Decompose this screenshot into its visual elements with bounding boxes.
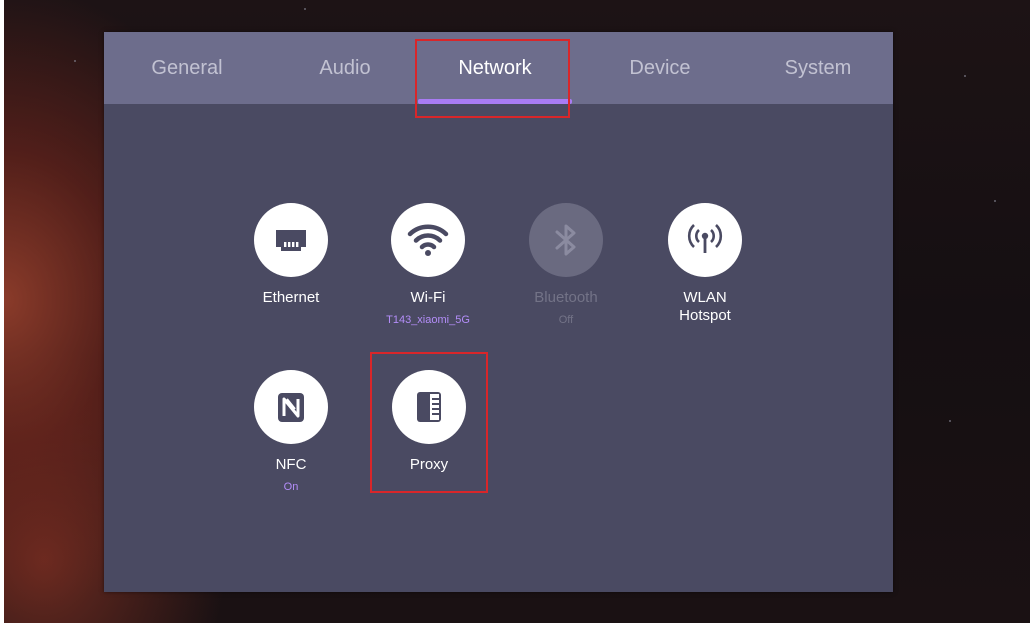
bluetooth-icon	[529, 203, 603, 277]
settings-panel: General Audio Network Device System Ethe…	[104, 32, 893, 592]
bluetooth-tile[interactable]: Bluetooth Off	[501, 203, 631, 326]
nfc-tile[interactable]: NFC On	[226, 370, 356, 493]
wifi-network-name: T143_xiaomi_5G	[386, 314, 470, 326]
wlan-hotspot-label: WLAN Hotspot	[679, 289, 731, 324]
wifi-icon	[391, 203, 465, 277]
background-speck	[949, 420, 951, 422]
background-speck	[304, 8, 306, 10]
proxy-highlight-box	[370, 352, 488, 493]
background-speck	[74, 60, 76, 62]
tab-general[interactable]: General	[104, 32, 270, 104]
hotspot-icon	[668, 203, 742, 277]
ethernet-label: Ethernet	[262, 289, 320, 306]
tab-device[interactable]: Device	[590, 32, 730, 104]
wifi-tile[interactable]: Wi-Fi T143_xiaomi_5G	[363, 203, 493, 326]
nfc-label: NFC	[275, 456, 307, 473]
nfc-status: On	[283, 481, 299, 493]
tab-audio[interactable]: Audio	[270, 32, 420, 104]
background-speck	[964, 75, 966, 77]
bluetooth-status: Off	[558, 314, 574, 326]
wlan-hotspot-tile[interactable]: WLAN Hotspot	[640, 203, 770, 325]
tab-system[interactable]: System	[750, 32, 886, 104]
ethernet-tile[interactable]: Ethernet	[226, 203, 356, 307]
network-tab-highlight-box	[415, 39, 570, 118]
wifi-label: Wi-Fi	[410, 289, 446, 306]
nfc-icon	[254, 370, 328, 444]
background-speck	[994, 200, 996, 202]
bluetooth-label: Bluetooth	[534, 289, 598, 306]
ethernet-icon	[254, 203, 328, 277]
